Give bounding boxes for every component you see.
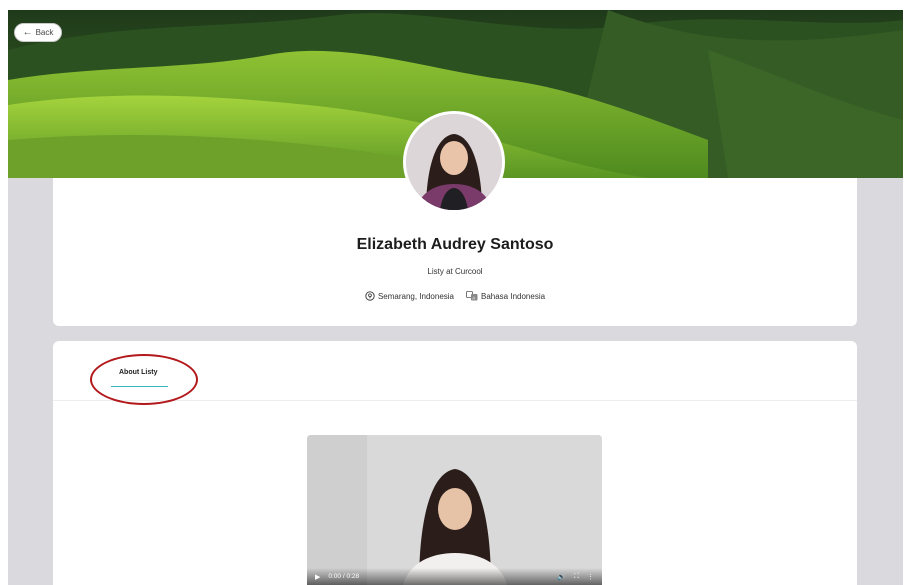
location-text: Semarang, Indonesia xyxy=(377,291,454,301)
more-options-icon[interactable]: ⋮ xyxy=(587,573,594,581)
location-item: Semarang, Indonesia xyxy=(365,291,454,301)
avatar xyxy=(403,111,505,213)
intro-video[interactable] xyxy=(307,435,602,585)
language-text: Bahasa Indonesia xyxy=(481,291,546,301)
profile-name: Elizabeth Audrey Santoso xyxy=(356,236,554,253)
back-button-label: Back xyxy=(35,28,54,37)
video-time: 0:00 / 0:28 xyxy=(328,573,360,580)
arrow-left-icon: ← xyxy=(22,26,33,38)
avatar-photo xyxy=(406,114,502,210)
play-icon[interactable]: ▶ xyxy=(315,573,320,581)
location-pin-icon xyxy=(365,291,375,301)
highlight-annotation xyxy=(90,354,198,405)
translate-icon: A xyxy=(466,291,478,301)
language-item: A Bahasa Indonesia xyxy=(466,291,545,301)
fullscreen-icon[interactable]: ⛶ xyxy=(574,573,579,581)
profile-meta: Semarang, Indonesia A Bahasa Indonesia xyxy=(53,291,857,301)
back-button[interactable]: ← Back xyxy=(14,23,62,42)
video-controls: ▶ 0:00 / 0:28 🔊 ⛶ ⋮ xyxy=(307,568,602,585)
page-margin xyxy=(903,0,921,585)
video-frame xyxy=(307,435,602,585)
svg-text:A: A xyxy=(472,295,475,300)
profile-role: Listy at Curcool xyxy=(427,267,483,276)
volume-icon[interactable]: 🔊 xyxy=(557,573,566,581)
